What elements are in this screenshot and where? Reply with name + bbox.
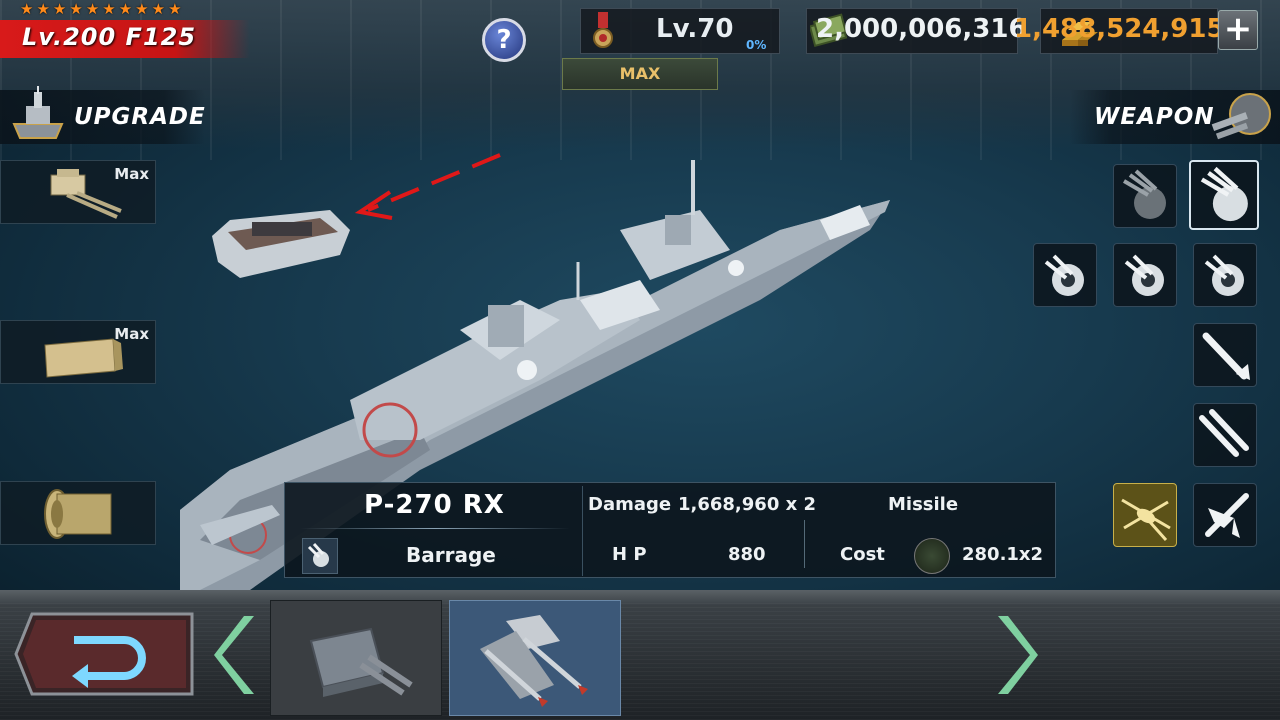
- star-icon: ★: [102, 0, 116, 18]
- add-currency-button[interactable]: +: [1218, 10, 1258, 50]
- weapon-slot-double-missile[interactable]: [1193, 403, 1257, 467]
- turret-icon: [309, 627, 413, 697]
- category-tab-missile-launcher[interactable]: [449, 600, 621, 716]
- star-icon: ★: [168, 0, 182, 18]
- upgrade-title: UPGRADE: [74, 104, 206, 130]
- star-icon: ★: [151, 0, 166, 18]
- gatling-icon: [1124, 254, 1164, 296]
- star-icon: ★: [20, 0, 34, 18]
- weapon-type-label: Barrage: [406, 543, 496, 567]
- upgrade-slot-main-gun[interactable]: Max: [0, 160, 156, 224]
- upgrade-slot-armor[interactable]: Max: [0, 320, 156, 384]
- weapon-slot-airplane[interactable]: [1193, 483, 1257, 547]
- back-button[interactable]: [14, 612, 194, 696]
- upgrade-slot-engine[interactable]: [0, 481, 156, 545]
- weapon-slot-helicopter[interactable]: [1113, 483, 1177, 547]
- star-icon: ★: [69, 0, 83, 18]
- weapon-slot-gatling-3[interactable]: [1193, 243, 1257, 307]
- category-tab-turret[interactable]: [270, 600, 442, 716]
- ship-level-label: Lv.200 F125: [22, 23, 197, 51]
- airplane-icon: [1205, 493, 1249, 538]
- gatling-icon: [1044, 254, 1084, 296]
- weapon-name: P-270 RX: [364, 490, 505, 520]
- ship-star-rating: ★ ★ ★ ★ ★ ★ ★ ★ ★ ★: [20, 1, 182, 17]
- weapon-slot-gatling-2[interactable]: [1113, 243, 1177, 307]
- cost-value: 280.1x2: [962, 544, 1044, 565]
- helicopter-icon: [1121, 498, 1171, 541]
- rank-max-status: MAX: [562, 58, 718, 90]
- double-missile-icon: [1199, 409, 1249, 457]
- divider: [582, 486, 583, 576]
- gatling-icon: [1204, 254, 1244, 296]
- weapon-slot-gatling-1[interactable]: [1033, 243, 1097, 307]
- weapon-slot-triple-cannon-selected[interactable]: [1189, 160, 1259, 230]
- hp-label: H P: [612, 544, 647, 565]
- warship-icon: [12, 86, 64, 139]
- missile-icon: [1202, 332, 1250, 380]
- damage-label: Damage: [588, 494, 672, 515]
- chevron-right-icon[interactable]: [990, 612, 1038, 698]
- divider: [300, 528, 570, 529]
- star-icon: ★: [135, 0, 149, 18]
- cash-amount: 2,000,006,316: [816, 14, 1027, 44]
- gold-amount: 1,488,524,915: [1014, 14, 1225, 44]
- weapon-slot-triple-cannon[interactable]: [1113, 164, 1177, 228]
- hp-value: 880: [728, 544, 766, 565]
- help-button[interactable]: ?: [482, 18, 526, 62]
- star-icon: ★: [118, 0, 133, 18]
- weapon-title: WEAPON: [1094, 104, 1215, 130]
- weapon-slot-missile[interactable]: [1193, 323, 1257, 387]
- star-icon: ★: [36, 0, 50, 18]
- upgrade-max-label: Max: [114, 325, 149, 343]
- medal-icon: [593, 12, 613, 48]
- chevron-left-icon[interactable]: [214, 612, 262, 698]
- rank-level: Lv.70: [656, 14, 734, 44]
- barrage-type-icon: [302, 538, 338, 574]
- triple-cannon-icon: [1200, 166, 1248, 222]
- engine-icon: [44, 489, 112, 539]
- rank-progress-percent: 0%: [746, 38, 767, 52]
- star-icon: ★: [85, 0, 100, 18]
- divider: [804, 520, 805, 568]
- upgrade-max-label: Max: [114, 165, 149, 183]
- missile-launcher-icon: [480, 615, 588, 707]
- star-icon: ★: [52, 0, 67, 18]
- cash-icon: [914, 538, 950, 574]
- damage-value: 1,668,960 x 2: [678, 494, 817, 515]
- triple-cannon-icon: [1122, 169, 1166, 219]
- weapon-category: Missile: [888, 494, 959, 515]
- cost-label: Cost: [840, 544, 885, 565]
